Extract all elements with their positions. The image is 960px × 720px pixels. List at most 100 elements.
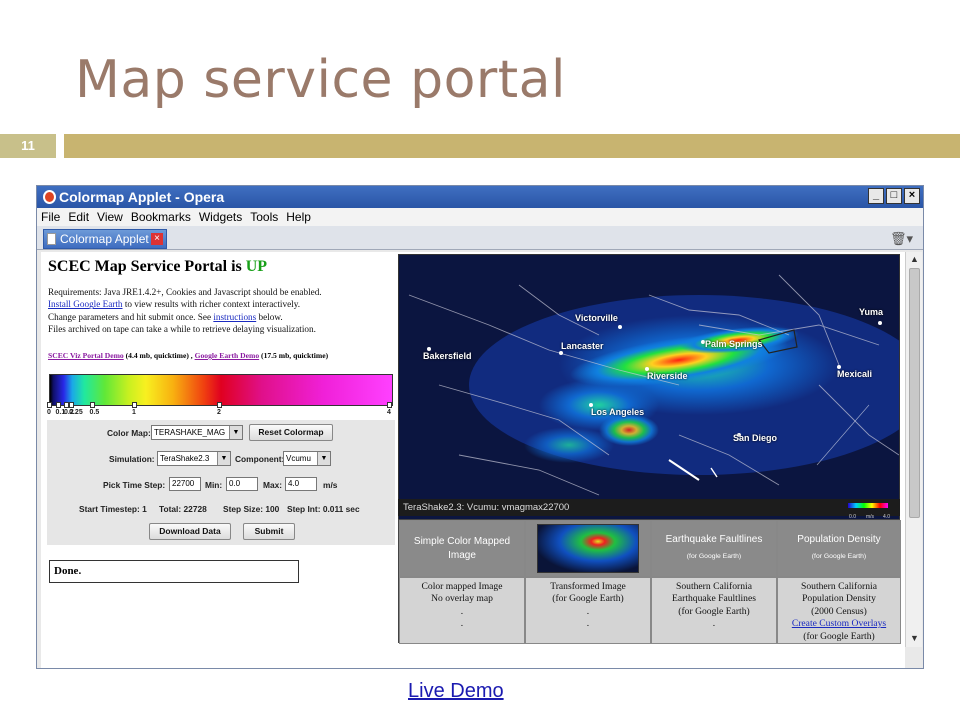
colormap-tick-label: 4 bbox=[387, 409, 391, 416]
slide-number: 11 bbox=[0, 134, 56, 158]
city-los-angeles: Los Angeles bbox=[591, 407, 645, 417]
cell-transformed: Transformed Image (for Google Earth) .. bbox=[525, 577, 651, 644]
req-line-4: Files archived on tape can take a while … bbox=[48, 324, 316, 335]
maximize-button[interactable]: □ bbox=[886, 188, 902, 204]
header-simple-color-title: Simple Color Mapped Image bbox=[413, 535, 511, 561]
page-content: SCEC Map Service Portal is UP Requiremen… bbox=[41, 252, 905, 668]
city-dot bbox=[559, 351, 563, 355]
header-faultlines-sub: (for Google Earth) bbox=[686, 553, 742, 560]
portal-heading-text: SCEC Map Service Portal is bbox=[48, 258, 246, 275]
menu-tools[interactable]: Tools bbox=[250, 208, 278, 226]
cell-dot: . bbox=[586, 618, 590, 630]
component-value: Vcumu bbox=[286, 454, 311, 463]
viz-portal-demo-link[interactable]: SCEC Viz Portal Demo bbox=[48, 351, 124, 360]
header-faultlines[interactable]: Earthquake Faultlines (for Google Earth) bbox=[651, 520, 777, 577]
req-line-3-pre: Change parameters and hit submit once. S… bbox=[48, 311, 214, 322]
color-map-select[interactable]: TERASHAKE_MAG ▼ bbox=[151, 425, 243, 440]
pick-time-step-input[interactable]: 22700 bbox=[169, 477, 201, 491]
shake-map[interactable]: Victorville Yuma Bakersfield Lancaster P… bbox=[398, 254, 900, 520]
min-input[interactable]: 0.0 bbox=[226, 477, 258, 491]
opera-icon bbox=[43, 190, 56, 204]
colormap-tick-label: 0 bbox=[47, 409, 51, 416]
status-up: UP bbox=[245, 258, 268, 275]
cell-text: (for Google Earth) bbox=[803, 630, 875, 642]
city-lancaster: Lancaster bbox=[561, 341, 604, 351]
window-title: Colormap Applet - Opera bbox=[59, 189, 225, 205]
req-line-2: to view results with richer context inte… bbox=[122, 299, 300, 310]
colormap-tick-marker[interactable] bbox=[217, 402, 222, 408]
menu-edit[interactable]: Edit bbox=[68, 208, 89, 226]
header-thumbnail[interactable] bbox=[525, 520, 651, 577]
header-population-title: Population Density bbox=[797, 534, 881, 545]
max-input[interactable]: 4.0 bbox=[285, 477, 317, 491]
cell-dot: . bbox=[460, 618, 464, 630]
colormap-tick-marker[interactable] bbox=[89, 402, 95, 408]
cell-population: Southern California Population Density (… bbox=[777, 577, 901, 644]
tab-colormap-applet[interactable]: Colormap Applet × bbox=[43, 229, 167, 249]
close-button[interactable]: × bbox=[904, 188, 920, 204]
menu-bookmarks[interactable]: Bookmarks bbox=[131, 208, 191, 226]
tab-label: Colormap Applet bbox=[60, 232, 149, 246]
start-timestep: Start Timestep: 1 bbox=[79, 504, 147, 514]
window-titlebar[interactable]: Colormap Applet - Opera _ □ × bbox=[37, 186, 923, 208]
submit-button[interactable]: Submit bbox=[243, 523, 295, 540]
menu-widgets[interactable]: Widgets bbox=[199, 208, 242, 226]
create-custom-overlays-link[interactable]: Create Custom Overlays bbox=[792, 618, 886, 629]
cell-text: Southern California bbox=[676, 581, 752, 592]
pick-time-step-label: Pick Time Step: bbox=[103, 480, 166, 490]
city-victorville: Victorville bbox=[575, 313, 618, 323]
simulation-select[interactable]: TeraShake2.3 ▼ bbox=[157, 451, 231, 466]
header-faultlines-title: Earthquake Faultlines bbox=[665, 534, 763, 545]
cell-color-mapped: Color mapped Image No overlay map .. bbox=[399, 577, 525, 644]
scroll-up-icon[interactable]: ▲ bbox=[908, 254, 921, 266]
unit-label: m/s bbox=[323, 480, 338, 490]
menu-view[interactable]: View bbox=[97, 208, 123, 226]
menu-help[interactable]: Help bbox=[286, 208, 311, 226]
colormap-tick-marker[interactable] bbox=[47, 402, 52, 408]
step-size: Step Size: 100 bbox=[223, 504, 280, 514]
header-population[interactable]: Population Density (for Google Earth) bbox=[777, 520, 901, 577]
reset-colormap-button[interactable]: Reset Colormap bbox=[249, 424, 333, 441]
minimize-button[interactable]: _ bbox=[868, 188, 884, 204]
menu-file[interactable]: File bbox=[41, 208, 60, 226]
scroll-down-icon[interactable]: ▼ bbox=[908, 633, 921, 645]
document-icon bbox=[47, 233, 56, 245]
simulation-label: Simulation: bbox=[109, 454, 155, 464]
colormap-tick-marker[interactable] bbox=[55, 402, 61, 408]
trash-icon[interactable]: 🗑▾ bbox=[890, 231, 913, 247]
header-population-sub: (for Google Earth) bbox=[811, 553, 867, 560]
color-map-value: TERASHAKE_MAG bbox=[154, 428, 226, 437]
colormap-tick-label: 1 bbox=[132, 409, 136, 416]
req-line-1: Requirements: Java JRE1.4.2+, Cookies an… bbox=[48, 287, 322, 297]
download-data-button[interactable]: Download Data bbox=[149, 523, 231, 540]
cell-text: (for Google Earth) bbox=[678, 605, 750, 617]
colormap-tick-marker[interactable] bbox=[387, 402, 392, 408]
browser-window: Colormap Applet - Opera _ □ × File Edit … bbox=[36, 185, 924, 669]
google-earth-demo-link[interactable]: Google Earth Demo bbox=[195, 351, 260, 360]
thumbnail-image[interactable] bbox=[537, 524, 639, 573]
simulation-value: TeraShake2.3 bbox=[160, 454, 210, 463]
colormap-tick-marker[interactable] bbox=[69, 402, 75, 408]
max-label: Max: bbox=[263, 480, 283, 490]
tab-close-icon[interactable]: × bbox=[151, 233, 163, 245]
demo2-size: (17.5 mb, quicktime) bbox=[259, 351, 329, 360]
cell-dot: . bbox=[712, 618, 716, 630]
map-graphic bbox=[399, 255, 899, 519]
city-mexicali: Mexicali bbox=[837, 369, 873, 379]
install-google-earth-link[interactable]: Install Google Earth bbox=[48, 299, 123, 309]
city-riverside: Riverside bbox=[647, 371, 688, 381]
cell-dot: . bbox=[586, 605, 590, 617]
component-select[interactable]: Vcumu ▼ bbox=[283, 451, 331, 466]
vertical-scrollbar[interactable]: ▲ ▼ bbox=[905, 252, 922, 647]
scroll-thumb[interactable] bbox=[909, 268, 920, 518]
instructions-link[interactable]: instructions bbox=[213, 312, 256, 322]
colormap-tick-marker[interactable] bbox=[132, 402, 137, 408]
total-steps: Total: 22728 bbox=[159, 504, 207, 514]
chevron-down-icon: ▼ bbox=[217, 452, 230, 465]
chevron-down-icon: ▼ bbox=[317, 452, 330, 465]
slide-title: Map service portal bbox=[75, 50, 566, 110]
live-demo-link[interactable]: Live Demo bbox=[408, 680, 504, 703]
header-simple-color[interactable]: Simple Color Mapped Image bbox=[399, 520, 525, 577]
cell-text: Earthquake Faultlines bbox=[672, 593, 756, 605]
cell-text: No overlay map bbox=[431, 593, 493, 605]
